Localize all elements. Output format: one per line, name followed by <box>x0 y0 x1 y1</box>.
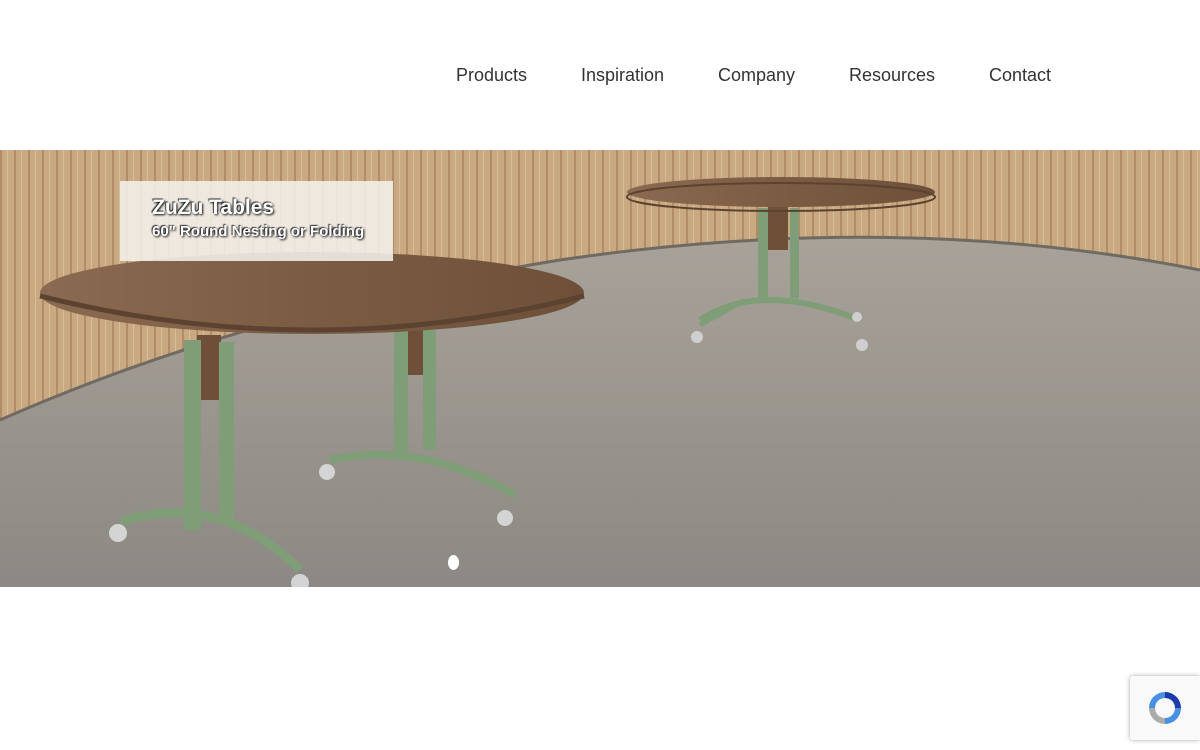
nav-resources[interactable]: Resources <box>849 63 935 87</box>
slide-indicator-dot[interactable] <box>448 555 459 570</box>
hero-slideshow[interactable]: ZuZu Tables 60" Round Nesting or Folding <box>0 150 1200 587</box>
nav-products[interactable]: Products <box>456 63 527 87</box>
recaptcha-icon <box>1149 692 1181 724</box>
recaptcha-badge[interactable] <box>1130 676 1200 740</box>
nav-inspiration[interactable]: Inspiration <box>581 63 664 87</box>
hero-title: ZuZu Tables <box>152 196 275 219</box>
hero-caption: ZuZu Tables 60" Round Nesting or Folding <box>120 181 393 261</box>
nav-contact[interactable]: Contact <box>989 63 1051 87</box>
hero-subtitle: 60" Round Nesting or Folding <box>152 223 365 240</box>
nav-company[interactable]: Company <box>718 63 795 87</box>
main-nav: Products Inspiration Company Resources C… <box>0 63 1200 89</box>
site-header: Products Inspiration Company Resources C… <box>0 0 1200 150</box>
